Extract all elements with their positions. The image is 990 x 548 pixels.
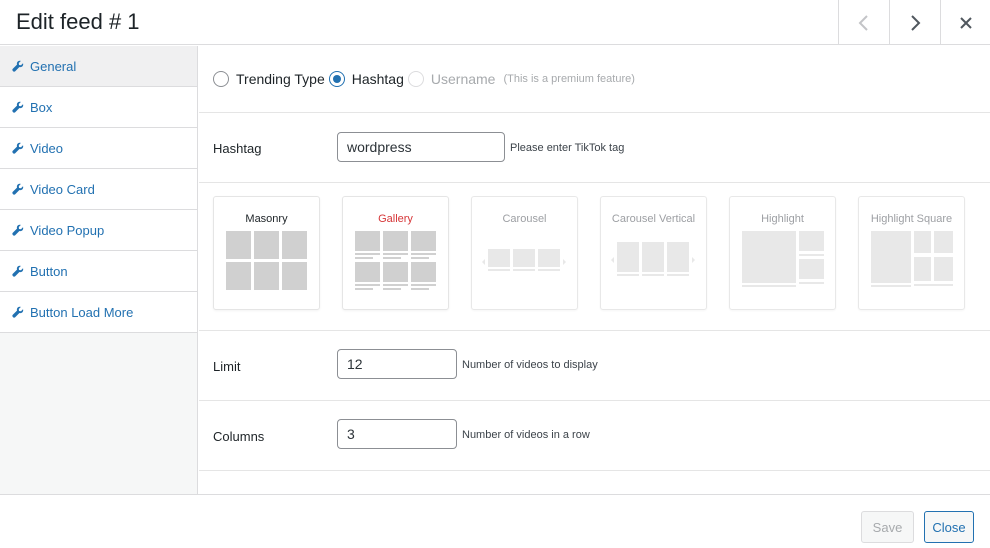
premium-feature-note: (This is a premium feature)	[503, 73, 635, 85]
columns-input[interactable]	[337, 419, 457, 449]
sidebar-item-video[interactable]: Video	[0, 128, 197, 169]
limit-row: Limit Number of videos to display	[199, 331, 990, 401]
layout-card-carousel[interactable]: Carousel	[471, 196, 578, 310]
highlight-layout-icon	[742, 231, 824, 287]
wrench-icon	[12, 306, 24, 318]
wrench-icon	[12, 224, 24, 236]
layout-card-label: Carousel	[502, 213, 547, 225]
wrench-icon	[12, 60, 24, 72]
limit-field-label: Limit	[213, 359, 241, 374]
gallery-layout-icon	[355, 231, 436, 290]
username-radio[interactable]	[407, 71, 424, 87]
sidebar-item-button[interactable]: Button	[0, 251, 197, 292]
layout-cards: Masonry Gallery Carousel Carousel Vertic…	[213, 196, 987, 310]
wrench-icon	[12, 101, 24, 113]
close-modal-button[interactable]	[940, 0, 990, 45]
trending-type-label[interactable]: Trending Type	[236, 71, 325, 87]
previous-button[interactable]	[838, 0, 889, 45]
sidebar-item-label: Button Load More	[30, 304, 134, 320]
layout-card-label: Gallery	[378, 213, 413, 225]
next-button[interactable]	[889, 0, 940, 45]
sidebar-item-video-popup[interactable]: Video Popup	[0, 210, 197, 251]
layout-card-label: Highlight	[761, 213, 804, 225]
hashtag-input[interactable]	[337, 132, 505, 162]
save-button[interactable]: Save	[861, 511, 914, 543]
hashtag-radio[interactable]	[328, 71, 345, 87]
layout-card-gallery[interactable]: Gallery	[342, 196, 449, 310]
layout-card-masonry[interactable]: Masonry	[213, 196, 320, 310]
limit-input[interactable]	[337, 349, 457, 379]
hashtag-row: Hashtag Please enter TikTok tag	[199, 113, 990, 183]
sidebar-item-label: Video	[30, 140, 64, 156]
columns-field-label: Columns	[213, 429, 265, 444]
sidebar-item-label: Box	[30, 99, 53, 115]
sidebar-item-label: Video Popup	[30, 222, 105, 238]
sidebar-item-label: General	[30, 58, 77, 74]
layout-card-label: Carousel Vertical	[611, 213, 696, 225]
wrench-icon	[12, 265, 24, 277]
sidebar-item-box[interactable]: Box	[0, 87, 197, 128]
hashtag-radio-label[interactable]: Hashtag	[352, 71, 404, 87]
limit-description: Number of videos to display	[462, 359, 598, 371]
settings-content: Trending Type Hashtag Username (This is …	[199, 46, 990, 494]
sidebar-item-video-card[interactable]: Video Card	[0, 169, 197, 210]
modal-footer: Save Close	[0, 494, 990, 548]
carousel-vertical-layout-icon	[611, 242, 695, 276]
modal-title: Edit feed # 1	[16, 9, 140, 34]
layout-card-label: Highlight Square	[870, 213, 953, 225]
highlight-square-layout-icon	[871, 231, 953, 287]
wrench-icon	[12, 142, 24, 154]
trending-type-radio[interactable]	[213, 71, 229, 87]
chevron-right-icon	[911, 14, 921, 31]
columns-description: Number of videos in a row	[462, 429, 590, 441]
username-radio-label: Username	[430, 71, 496, 87]
layout-card-highlight-square[interactable]: Highlight Square	[858, 196, 965, 310]
modal-header: Edit feed # 1	[0, 0, 990, 45]
masonry-layout-icon	[226, 231, 307, 290]
chevron-left-icon	[858, 14, 868, 31]
layout-card-label: Masonry	[245, 213, 288, 225]
sidebar-item-general[interactable]: General	[0, 46, 197, 87]
hashtag-field-label: Hashtag	[213, 141, 262, 156]
carousel-layout-icon	[482, 249, 566, 271]
layout-selector-row: Masonry Gallery Carousel Carousel Vertic…	[199, 183, 990, 331]
feed-type-radio-group: Trending Type Hashtag Username (This is …	[213, 71, 635, 87]
layout-card-carousel-vertical[interactable]: Carousel Vertical	[600, 196, 707, 310]
close-button[interactable]: Close	[924, 511, 974, 543]
layout-card-highlight[interactable]: Highlight	[729, 196, 836, 310]
columns-row: Columns Number of videos in a row	[199, 401, 990, 471]
wrench-icon	[12, 183, 24, 195]
hashtag-description: Please enter TikTok tag	[510, 142, 625, 154]
sidebar-item-label: Button	[30, 263, 68, 279]
sidebar-item-button-load-more[interactable]: Button Load More	[0, 292, 197, 333]
edit-feed-modal: Edit feed # 1 General Box Video Video Ca…	[0, 0, 990, 548]
feed-type-row: Trending Type Hashtag Username (This is …	[199, 46, 990, 113]
settings-sidebar: General Box Video Video Card Video Popup…	[0, 46, 198, 494]
close-icon	[959, 16, 972, 29]
sidebar-item-label: Video Card	[30, 181, 95, 197]
